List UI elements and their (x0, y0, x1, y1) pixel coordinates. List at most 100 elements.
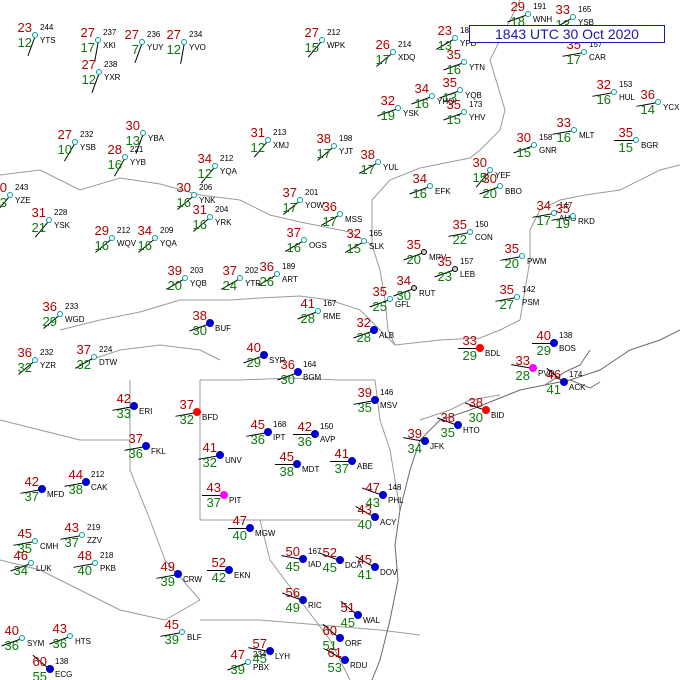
station-id: HUL (619, 93, 636, 102)
sky-cover-symbol (348, 457, 356, 465)
station-id: PIT (229, 496, 242, 505)
station-id: CMH (40, 542, 59, 551)
sky-cover-symbol (32, 357, 38, 363)
dewpoint-value: 29 (246, 355, 261, 370)
sky-cover-symbol (179, 629, 185, 635)
dewpoint-value: 12 (197, 166, 212, 181)
sky-cover-symbol (181, 39, 187, 45)
temperature-value: 32 (346, 226, 361, 241)
sky-cover-symbol (531, 142, 537, 148)
dewpoint-value: 17 (322, 214, 337, 229)
temperature-value: 41 (334, 446, 349, 461)
dewpoint-value: 16 (192, 217, 207, 232)
station-id: GNR (539, 146, 557, 155)
dewpoint-value: 20 (167, 278, 182, 293)
sky-cover-symbol (427, 183, 433, 189)
sky-cover-symbol (361, 238, 367, 244)
dewpoint-value: 39 (230, 662, 245, 677)
temperature-value: 39 (407, 426, 422, 441)
temperature-value: 34 (414, 81, 429, 96)
sky-cover-symbol (299, 596, 307, 604)
station-id: XKI (103, 41, 116, 50)
sky-cover-symbol (570, 213, 576, 219)
pressure-value: 232 (80, 130, 94, 139)
station-id: PSM (522, 298, 540, 307)
dewpoint-value: 35 (357, 400, 372, 415)
sky-cover-symbol (152, 235, 158, 241)
dewpoint-value: 32 (76, 357, 91, 372)
valid-time-title: 1843 UTC 30 Oct 2020 (469, 25, 665, 43)
temperature-value: 29 (510, 0, 525, 14)
station-id: RUT (419, 289, 436, 298)
station-id: YRK (215, 218, 232, 227)
pressure-value: 204 (215, 205, 229, 214)
station-id: RDU (350, 661, 368, 670)
temperature-value: 34 (396, 273, 411, 288)
dewpoint-value: 15 (516, 145, 531, 160)
station-id: YUL (383, 163, 399, 172)
temperature-value: 30 (125, 118, 140, 133)
pressure-value: 232 (40, 348, 54, 357)
station-id: JFK (430, 442, 445, 451)
temperature-value: 61 (327, 645, 342, 660)
temperature-value: 40 (246, 340, 261, 355)
temperature-value: 34 (197, 151, 212, 166)
sky-cover-symbol (264, 428, 272, 436)
station-id: YEF (495, 171, 511, 180)
station-id: BBO (505, 187, 522, 196)
dewpoint-value: 36 (250, 432, 265, 447)
station-id: BDL (485, 349, 501, 358)
station-id: WGD (65, 315, 85, 324)
dewpoint-value: 32 (179, 412, 194, 427)
dewpoint-value: 34 (13, 563, 28, 578)
temperature-value: 33 (515, 353, 530, 368)
pressure-value: 238 (104, 60, 118, 69)
sky-cover-symbol (525, 11, 531, 17)
dewpoint-value: 12 (166, 42, 181, 57)
temperature-value: 50 (285, 544, 300, 559)
dewpoint-value: 16 (414, 96, 429, 111)
station-id: ZZV (87, 536, 103, 545)
dewpoint-value: 38 (279, 464, 294, 479)
pressure-value: 157 (460, 257, 474, 266)
dewpoint-value: 33 (116, 406, 131, 421)
dewpoint-value: 36 (128, 446, 143, 461)
temperature-value: 60 (322, 623, 337, 638)
temperature-value: 29 (94, 223, 109, 238)
sky-cover-symbol (411, 285, 417, 291)
temperature-value: 36 (640, 87, 655, 102)
station-id: CAK (91, 483, 108, 492)
station-id: XMJ (273, 141, 289, 150)
sky-cover-symbol (611, 89, 617, 95)
dewpoint-value: 36 (4, 638, 19, 653)
station-id: RKD (578, 217, 595, 226)
dewpoint-value: 39 (160, 574, 175, 589)
station-id: GFL (395, 300, 411, 309)
sky-cover-symbol (319, 37, 325, 43)
sky-cover-symbol (95, 37, 101, 43)
temperature-value: 31 (31, 205, 46, 220)
sky-cover-symbol (72, 139, 78, 145)
temperature-value: 45 (164, 617, 179, 632)
temperature-value: 56 (285, 585, 300, 600)
pressure-value: 206 (199, 183, 213, 192)
dewpoint-value: 20 (482, 186, 497, 201)
pressure-value: 165 (369, 229, 383, 238)
temperature-value: 37 (286, 225, 301, 240)
pressure-value: 173 (469, 100, 483, 109)
sky-cover-symbol (371, 396, 379, 404)
sky-cover-symbol (91, 354, 97, 360)
temperature-value: 35 (442, 75, 457, 90)
temperature-value: 35 (452, 217, 467, 232)
station-id: YQA (160, 239, 177, 248)
temperature-value: 51 (340, 600, 355, 615)
temperature-value: 35 (504, 241, 519, 256)
station-id: ABE (357, 462, 374, 471)
dewpoint-value: 30 (192, 323, 207, 338)
temperature-value: 31 (250, 125, 265, 140)
station-id: YQB (465, 91, 482, 100)
station-id: ACY (380, 518, 397, 527)
station-id: CAR (589, 53, 606, 62)
pressure-value: 150 (475, 220, 489, 229)
station-id: EKN (234, 571, 251, 580)
